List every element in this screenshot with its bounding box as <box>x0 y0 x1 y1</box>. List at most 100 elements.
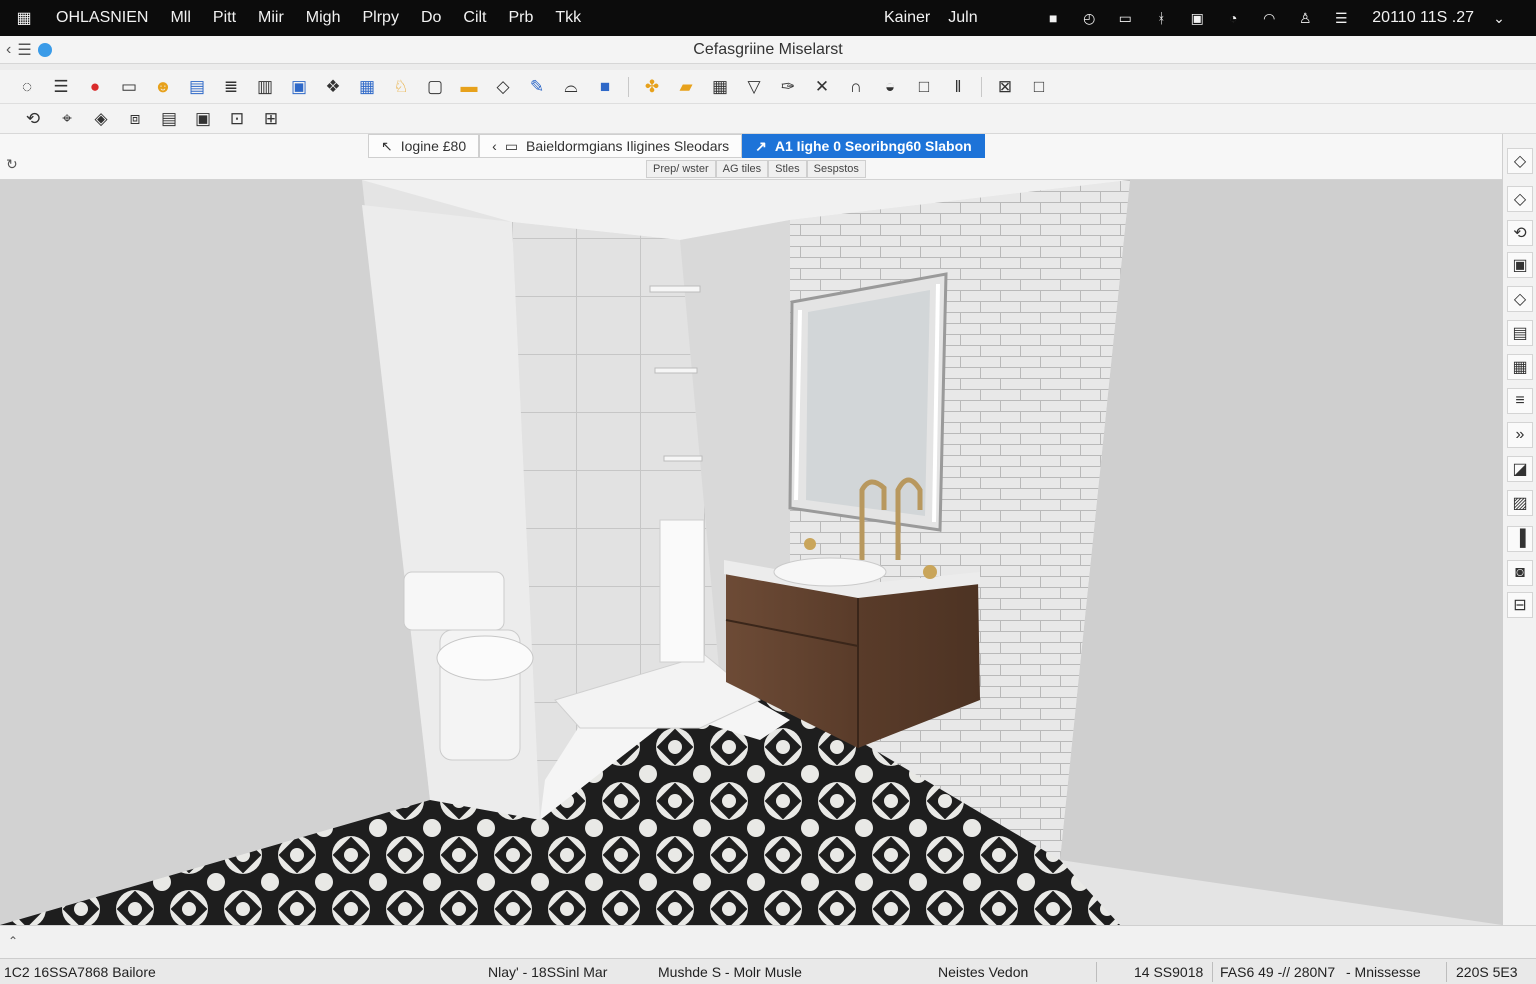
menu-app-name[interactable]: OHLASNIEN <box>48 9 159 27</box>
circle-icon[interactable]: ◌ <box>10 74 44 100</box>
minus-icon[interactable]: ⊟ <box>1507 592 1533 618</box>
bottom-panel: ⌃ <box>0 925 1536 958</box>
status-divider <box>1096 962 1097 982</box>
menu-item[interactable]: Mll <box>159 9 201 27</box>
bluetooth-icon[interactable]: ᚼ <box>1150 10 1172 26</box>
bus-icon[interactable]: ▬ <box>452 74 486 100</box>
chevron-down-icon[interactable]: ⌄ <box>1488 10 1510 27</box>
lasso-icon[interactable]: ◒ <box>873 74 907 100</box>
chart-icon[interactable]: ◪ <box>1507 456 1533 482</box>
tab-label: Iogine £80 <box>400 138 467 154</box>
rotate-icon[interactable]: ⟲ <box>16 106 50 132</box>
image-icon[interactable]: ▭ <box>112 74 146 100</box>
chevron-up-icon[interactable]: ⌃ <box>8 934 18 948</box>
book-icon[interactable]: ▐ <box>1507 526 1533 552</box>
lines-icon[interactable]: ≡ <box>1507 388 1533 414</box>
menu-item[interactable]: Pitt <box>202 9 247 27</box>
status-icons: ■ ◴ ▭ ᚼ ▣ ◔ ◠ ♙ ☰ 20110 11S .27 ⌄ <box>1042 0 1510 36</box>
doc-icon[interactable]: ▥ <box>248 74 282 100</box>
pic-icon[interactable]: ⊠ <box>988 74 1022 100</box>
diamond-outline-icon[interactable]: ◇ <box>1507 286 1533 312</box>
menu-item[interactable]: Prb <box>498 9 545 27</box>
arch-icon[interactable]: ∩ <box>839 74 873 100</box>
subtab[interactable]: Sespstos <box>806 160 866 178</box>
panel-icon[interactable]: ▢ <box>418 74 452 100</box>
smile-icon[interactable]: ☻ <box>146 74 180 100</box>
menu-item[interactable]: Miir <box>247 9 295 27</box>
diamond-icon[interactable]: ◇ <box>1507 148 1533 174</box>
subtab[interactable]: AG tiles <box>715 160 769 178</box>
pen-icon[interactable]: ✑ <box>771 74 805 100</box>
status-divider <box>1446 962 1447 982</box>
menu-item[interactable]: Do <box>410 9 452 27</box>
status-mid1: Nlay' - 18SSinl Mar <box>488 964 608 980</box>
scene-icon[interactable]: ⊞ <box>254 106 288 132</box>
square-icon[interactable]: □ <box>907 74 941 100</box>
cube-icon[interactable]: ⧈ <box>118 106 152 132</box>
timer-icon[interactable]: ◔ <box>1222 10 1244 26</box>
apple-menu-icon[interactable]: ▦ <box>0 8 48 28</box>
user-first-name[interactable]: Kainer <box>884 9 930 27</box>
blue-box-icon[interactable]: ▦ <box>350 74 384 100</box>
subtab[interactable]: Prep/ wster <box>646 160 716 178</box>
film-icon[interactable]: ▤ <box>152 106 186 132</box>
person-icon[interactable]: ♘ <box>384 74 418 100</box>
clock-icon[interactable]: ◴ <box>1078 10 1100 27</box>
status-r1: 14 SS9018 <box>1134 964 1204 980</box>
menu-item[interactable]: Plrpy <box>351 9 409 27</box>
tab-bathroom[interactable]: ‹ ▭ Baieldormgians Iligines Sleodars <box>479 134 743 158</box>
window-icon[interactable]: ▣ <box>1186 10 1208 27</box>
blue-image-icon[interactable]: ▣ <box>282 74 316 100</box>
grid-icon[interactable]: ▦ <box>703 74 737 100</box>
fan-icon[interactable]: ✤ <box>635 74 669 100</box>
status-mid3: Neistes Vedon <box>938 964 1029 980</box>
tab-engine[interactable]: ↖ Iogine £80 <box>368 134 480 158</box>
window-title: Cefasgriine Miselarst <box>693 40 843 58</box>
secondary-toolbar: ⟲ ⌖ ◈ ⧈ ▤ ▣ ⊡ ⊞ <box>0 104 1536 134</box>
menu-item[interactable]: Tkk <box>544 9 592 27</box>
3d-viewport[interactable] <box>0 180 1502 925</box>
gallery-icon[interactable]: ▣ <box>186 106 220 132</box>
diamond-icon[interactable]: ◇ <box>486 74 520 100</box>
control-center-icon[interactable]: ☰ <box>1330 10 1352 27</box>
frame-icon[interactable]: □ <box>1022 74 1056 100</box>
blue-square-icon[interactable]: ■ <box>588 74 622 100</box>
diamond-small-icon[interactable]: ◇ <box>1507 186 1533 212</box>
chevron-icon[interactable]: » <box>1507 422 1533 448</box>
stack-icon[interactable]: ≣ <box>214 74 248 100</box>
layer-icon[interactable]: ▤ <box>180 74 214 100</box>
tab-render[interactable]: ↗ A1 Iighe 0 Seoribng60 Slabon <box>742 134 985 158</box>
tag-icon[interactable]: ⌖ <box>50 106 84 132</box>
briefcase-icon[interactable]: ■ <box>1042 10 1064 26</box>
menu-item[interactable]: Migh <box>295 9 352 27</box>
brush-icon[interactable]: ✎ <box>520 74 554 100</box>
bucket-icon[interactable]: ⌓ <box>554 74 588 100</box>
folder-icon[interactable]: ▰ <box>669 74 703 100</box>
user-last-name[interactable]: Juln <box>948 9 977 27</box>
list-icon[interactable]: ☰ <box>44 74 78 100</box>
tv-icon[interactable]: ◙ <box>1507 560 1533 586</box>
person-icon[interactable]: ♙ <box>1294 10 1316 27</box>
rotate-icon[interactable]: ⟲ <box>1507 220 1533 246</box>
triangle-icon[interactable]: ▽ <box>737 74 771 100</box>
tile-icon[interactable]: ⊡ <box>220 106 254 132</box>
clock-text[interactable]: 20110 11S .27 <box>1372 9 1474 27</box>
record-icon[interactable]: ● <box>78 74 112 100</box>
menu-item[interactable]: Cilt <box>452 9 497 27</box>
cursor-icon: ↖ <box>381 137 393 154</box>
pause-icon[interactable]: ‖ <box>941 74 975 100</box>
display-icon[interactable]: ▭ <box>1114 10 1136 27</box>
cross-icon[interactable]: ✕ <box>805 74 839 100</box>
toolbar-divider <box>981 76 982 97</box>
window-title-bar: ‹ ☰ Cefasgriine Miselarst <box>0 36 1536 64</box>
paint-icon[interactable]: ◈ <box>84 106 118 132</box>
window-icon[interactable]: ▣ <box>1507 252 1533 278</box>
camera-icon[interactable]: ▤ <box>1507 320 1533 346</box>
image-icon: ▭ <box>504 137 519 154</box>
subtab[interactable]: Stles <box>768 160 807 178</box>
grid-icon[interactable]: ▦ <box>1507 354 1533 380</box>
wifi-icon[interactable]: ◠ <box>1258 10 1280 27</box>
image-icon[interactable]: ▨ <box>1507 490 1533 516</box>
orbit-icon[interactable]: ↻ <box>6 156 18 173</box>
pattern-icon[interactable]: ❖ <box>316 74 350 100</box>
